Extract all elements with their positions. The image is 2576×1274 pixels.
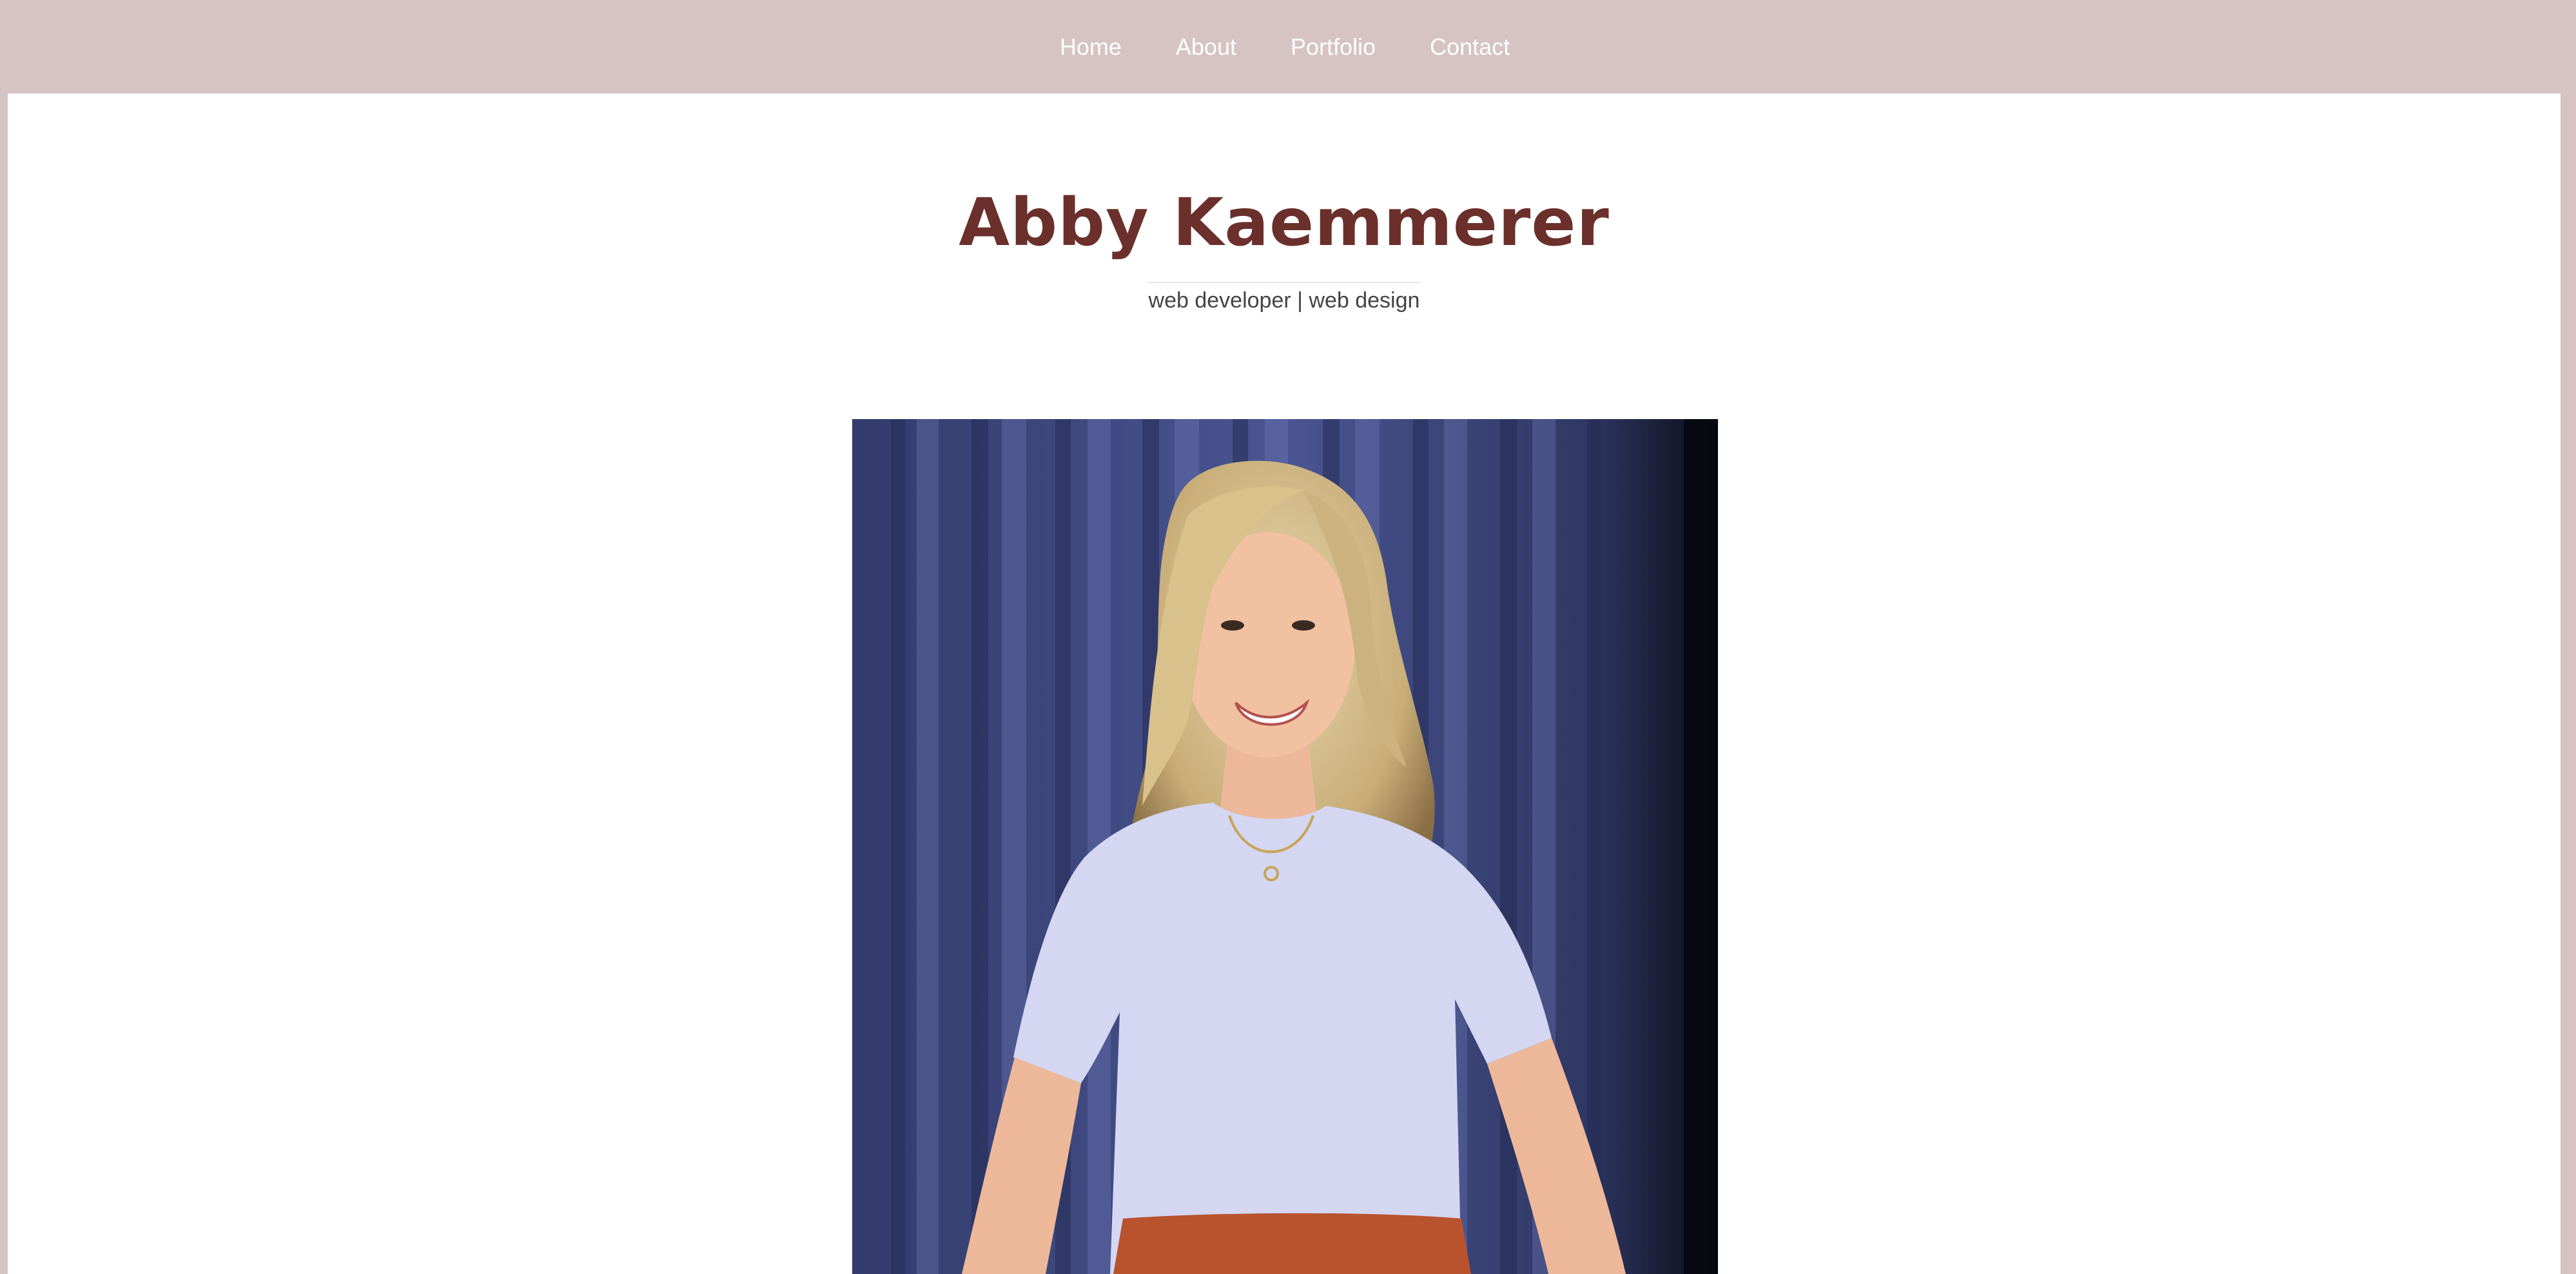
nav-link-about[interactable]: About	[1176, 34, 1236, 60]
tagline: web developer | web design	[1148, 288, 1420, 313]
skirt	[1113, 1213, 1471, 1274]
nav-item-portfolio: Portfolio	[1291, 34, 1376, 61]
hero-header: Abby Kaemmerer web developer | web desig…	[8, 190, 2561, 313]
portrait-illustration	[852, 419, 1718, 1274]
nav-list: Home About Portfolio Contact	[1060, 34, 1510, 61]
nav-link-contact[interactable]: Contact	[1430, 34, 1510, 60]
main-content: Abby Kaemmerer web developer | web desig…	[8, 93, 2561, 1274]
portrait-photo	[852, 419, 1718, 1274]
nav-link-home[interactable]: Home	[1060, 34, 1122, 60]
nav-item-about: About	[1176, 34, 1236, 61]
nav-link-portfolio[interactable]: Portfolio	[1291, 34, 1376, 60]
top-navigation: Home About Portfolio Contact	[0, 0, 2576, 93]
photo-dark-edge	[1684, 419, 1718, 1274]
nav-item-home: Home	[1060, 34, 1122, 61]
title-divider	[1147, 282, 1421, 283]
nav-item-contact: Contact	[1430, 34, 1510, 61]
page-title: Abby Kaemmerer	[959, 184, 1610, 261]
